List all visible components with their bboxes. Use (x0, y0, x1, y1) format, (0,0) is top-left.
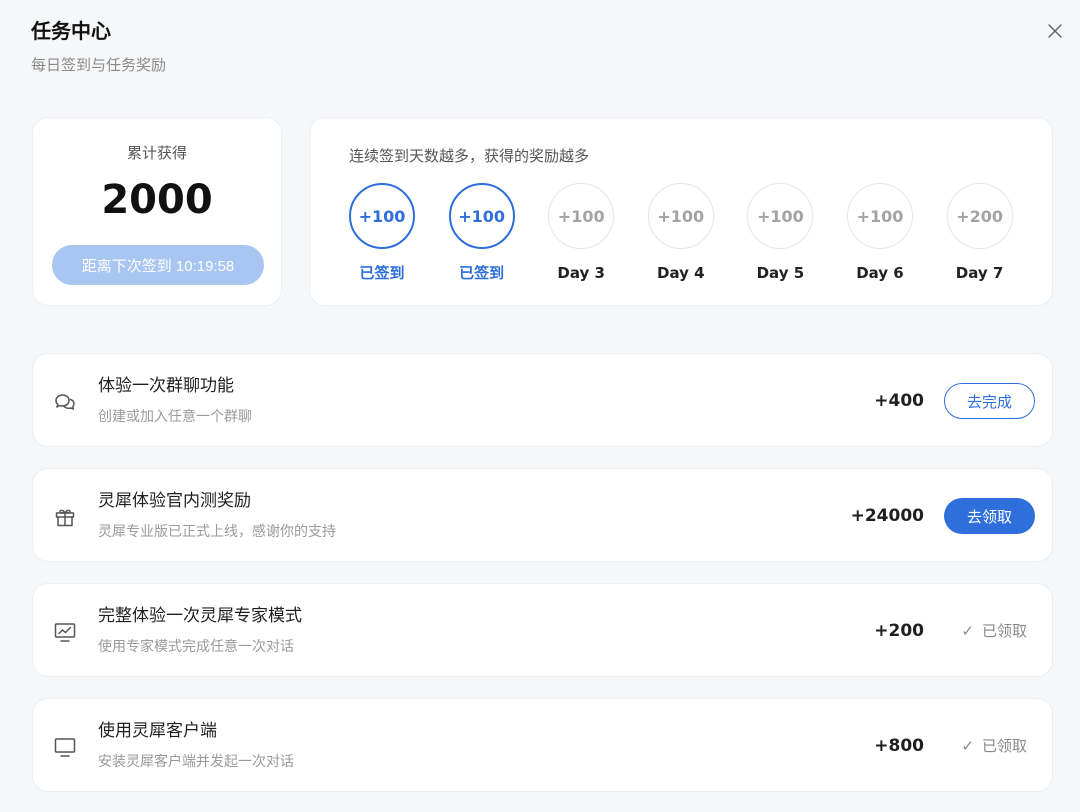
task-reward: +400 (874, 391, 924, 411)
claim-reward-button[interactable]: 去领取 (944, 498, 1035, 534)
task-title: 完整体验一次灵犀专家模式 (98, 606, 302, 626)
chat-icon (55, 394, 75, 410)
task-title: 灵犀体验官内测奖励 (98, 491, 251, 511)
task-reward: +200 (874, 621, 924, 641)
day-label: Day 6 (856, 264, 904, 282)
day-label: Day 4 (657, 264, 705, 282)
day-label: 已签到 (459, 264, 505, 282)
day-label: 已签到 (359, 264, 405, 282)
checkin-days: +100 已签到 +100 已签到 +100 Day 3 +100 Day 4 … (349, 183, 1013, 283)
claimed-status: ✓ 已领取 (961, 735, 1027, 757)
day-label: Day 3 (557, 264, 605, 282)
check-icon: ✓ (961, 622, 974, 640)
day-reward-circle: +100 (349, 183, 415, 249)
next-checkin-countdown-button[interactable]: 距离下次签到 10:19:58 (52, 245, 264, 285)
task-reward: +24000 (850, 506, 924, 526)
task-card-desktop-client: 使用灵犀客户端 安装灵犀客户端并发起一次对话 +800 ✓ 已领取 (32, 698, 1053, 792)
task-reward: +800 (874, 736, 924, 756)
checkin-day-6: +100 Day 6 (846, 183, 913, 283)
task-card-expert-mode: 完整体验一次灵犀专家模式 使用专家模式完成任意一次对话 +200 ✓ 已领取 (32, 583, 1053, 677)
page-title: 任务中心 (31, 19, 111, 43)
day-reward-circle: +100 (548, 183, 615, 249)
task-center-page: 任务中心 每日签到与任务奖励 累计获得 2000 距离下次签到 10:19:58… (0, 0, 1080, 812)
checkin-day-5: +100 Day 5 (747, 183, 814, 283)
go-complete-button[interactable]: 去完成 (944, 383, 1035, 419)
task-description: 使用专家模式完成任意一次对话 (98, 639, 294, 655)
checkin-day-7: +200 Day 7 (946, 183, 1013, 283)
page-subtitle: 每日签到与任务奖励 (31, 56, 167, 74)
checkin-day-4: +100 Day 4 (647, 183, 714, 283)
claimed-label: 已领取 (981, 622, 1027, 640)
claimed-status: ✓ 已领取 (961, 620, 1027, 642)
checkin-day-1: +100 已签到 (349, 183, 415, 283)
day-label: Day 5 (756, 264, 805, 282)
streak-tip: 连续签到天数越多，获得的奖励越多 (349, 147, 590, 165)
monitor-icon (54, 738, 76, 757)
day-reward-circle: +100 (846, 183, 913, 249)
day-reward-circle: +200 (946, 183, 1013, 249)
total-label: 累计获得 (126, 144, 187, 162)
total-reward-card: 累计获得 2000 距离下次签到 10:19:58 (32, 117, 282, 306)
total-value: 2000 (101, 177, 213, 223)
day-reward-circle: +100 (747, 183, 814, 249)
task-description: 创建或加入任意一个群聊 (98, 409, 252, 425)
task-description: 灵犀专业版已正式上线，感谢你的支持 (98, 524, 336, 540)
close-icon (1048, 24, 1062, 38)
checkin-day-3: +100 Day 3 (548, 183, 615, 283)
task-card-beta-reward: 灵犀体验官内测奖励 灵犀专业版已正式上线，感谢你的支持 +24000 去领取 (32, 468, 1053, 562)
task-description: 安装灵犀客户端并发起一次对话 (98, 754, 294, 770)
checkin-day-2: +100 已签到 (448, 183, 515, 283)
task-title: 体验一次群聊功能 (98, 376, 234, 396)
task-title: 使用灵犀客户端 (98, 721, 217, 741)
gift-icon (55, 509, 75, 527)
checkin-streak-card: 连续签到天数越多，获得的奖励越多 +100 已签到 +100 已签到 +100 … (309, 117, 1053, 306)
day-reward-circle: +100 (448, 183, 515, 249)
day-label: Day 7 (955, 264, 1004, 282)
task-card-group-chat: 体验一次群聊功能 创建或加入任意一个群聊 +400 去完成 (32, 353, 1053, 447)
check-icon: ✓ (961, 737, 974, 755)
claimed-label: 已领取 (981, 737, 1027, 755)
day-reward-circle: +100 (647, 183, 714, 249)
close-button[interactable] (1044, 20, 1066, 42)
chart-monitor-icon (54, 623, 76, 642)
header: 任务中心 每日签到与任务奖励 (31, 18, 166, 75)
